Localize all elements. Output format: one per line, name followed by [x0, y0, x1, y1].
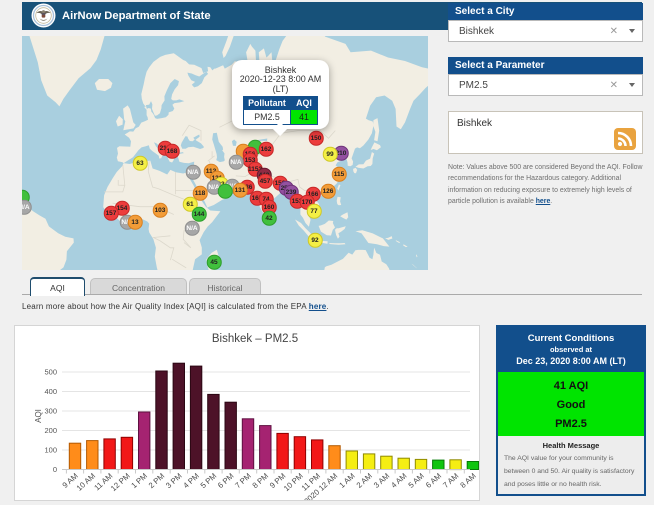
svg-text:1 PM: 1 PM: [129, 471, 149, 490]
svg-text:5 AM: 5 AM: [407, 471, 426, 490]
svg-text:2 PM: 2 PM: [147, 471, 167, 490]
svg-text:6 PM: 6 PM: [216, 471, 236, 490]
svg-text:400: 400: [44, 387, 57, 396]
svg-text:10 PM: 10 PM: [282, 471, 305, 493]
svg-text:5 PM: 5 PM: [199, 471, 219, 490]
svg-text:0: 0: [53, 465, 57, 474]
svg-text:100: 100: [44, 446, 57, 455]
svg-text:7 AM: 7 AM: [441, 471, 460, 490]
svg-text:4 PM: 4 PM: [181, 471, 201, 490]
svg-text:3 PM: 3 PM: [164, 471, 184, 490]
svg-text:8 PM: 8 PM: [251, 471, 271, 490]
svg-text:12 PM: 12 PM: [109, 471, 132, 493]
svg-text:300: 300: [44, 407, 57, 416]
svg-text:4 AM: 4 AM: [389, 471, 408, 490]
svg-text:500: 500: [44, 368, 57, 377]
svg-text:7 PM: 7 PM: [233, 471, 253, 490]
svg-text:8 AM: 8 AM: [459, 471, 478, 490]
svg-text:6 AM: 6 AM: [424, 471, 443, 490]
svg-text:AQI: AQI: [34, 409, 43, 423]
svg-text:3 AM: 3 AM: [372, 471, 391, 490]
svg-text:Bishkek – PM2.5: Bishkek – PM2.5: [212, 333, 298, 345]
svg-text:1 AM: 1 AM: [337, 471, 356, 490]
svg-text:200: 200: [44, 426, 57, 435]
svg-text:2 AM: 2 AM: [355, 471, 374, 490]
svg-text:10 AM: 10 AM: [75, 471, 97, 492]
